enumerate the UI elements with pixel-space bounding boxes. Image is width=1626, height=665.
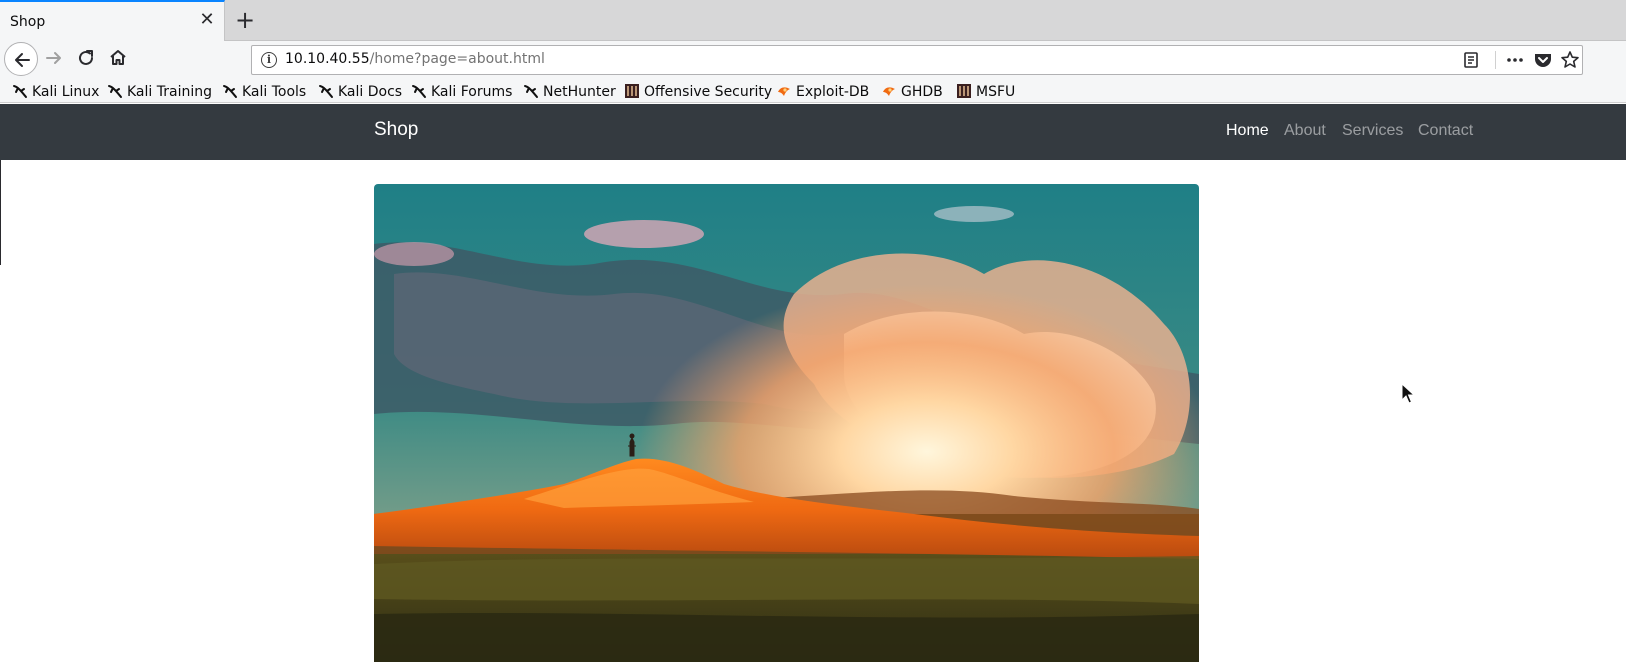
page-actions-icon[interactable] — [1502, 46, 1528, 74]
bookmark-label: Kali Linux — [32, 84, 100, 100]
new-tab-icon[interactable]: + — [233, 6, 257, 34]
tab-strip: Shop ✕ + — [0, 0, 1626, 42]
close-tab-icon[interactable]: ✕ — [198, 11, 216, 29]
bookmark-label: Kali Forums — [431, 84, 513, 100]
url-path: /home?page=about.html — [369, 51, 545, 67]
home-icon — [110, 50, 126, 65]
bookmark-label: NetHunter — [543, 84, 616, 100]
bookmark-offensive-security[interactable]: Offensive Security — [624, 82, 772, 102]
site-info-icon[interactable]: i — [261, 52, 277, 68]
bookmark-kali-linux[interactable]: Kali Linux — [12, 82, 99, 102]
kali-dragon-icon — [319, 85, 333, 98]
nav-link-about[interactable]: About — [1284, 122, 1326, 140]
bookmark-kali-docs[interactable]: Kali Docs — [318, 82, 402, 102]
active-tab[interactable]: Shop ✕ — [0, 0, 225, 42]
kali-dragon-icon — [223, 85, 237, 98]
url-bar[interactable]: i 10.10.40.55/home?page=about.html — [251, 45, 1583, 75]
exploit-db-icon — [883, 87, 895, 96]
url-bar-separator — [1495, 51, 1496, 69]
navigation-toolbar: i 10.10.40.55/home?page=about.html — [0, 41, 1626, 81]
reload-button[interactable] — [74, 46, 98, 70]
nav-link-home[interactable]: Home — [1226, 122, 1269, 140]
offsec-icon — [625, 84, 639, 98]
forward-button[interactable] — [42, 46, 66, 70]
mouse-cursor-icon — [1401, 383, 1415, 404]
site-navbar: Shop Home About Services Contact — [0, 104, 1626, 160]
kali-dragon-icon — [412, 85, 426, 98]
bookmark-label: Kali Training — [127, 84, 212, 100]
bookmark-label: GHDB — [901, 84, 943, 100]
home-button[interactable] — [106, 46, 130, 70]
bookmark-label: Kali Docs — [338, 84, 403, 100]
nav-link-services[interactable]: Services — [1342, 122, 1403, 140]
bookmarks-toolbar: Kali Linux Kali Training Kali Tools Kali… — [0, 81, 1626, 103]
bookmark-label: Offensive Security — [644, 84, 773, 100]
url-host: 10.10.40.55 — [285, 51, 370, 67]
bookmark-ghdb[interactable]: GHDB — [881, 82, 943, 102]
hero-image — [374, 184, 1199, 662]
back-button[interactable] — [4, 42, 38, 76]
url-text[interactable]: 10.10.40.55/home?page=about.html — [285, 51, 545, 67]
exploit-db-icon — [778, 87, 790, 96]
bookmark-kali-forums[interactable]: Kali Forums — [411, 82, 512, 102]
bookmark-label: Exploit-DB — [796, 84, 870, 100]
bookmark-star-icon[interactable] — [1557, 46, 1583, 74]
nav-link-contact[interactable]: Contact — [1418, 122, 1473, 140]
kali-dragon-icon — [108, 85, 122, 98]
reload-icon — [79, 50, 93, 65]
bookmark-label: MSFU — [976, 84, 1016, 100]
forward-arrow-icon — [46, 52, 61, 64]
window-edge — [0, 160, 1, 265]
back-arrow-icon — [15, 53, 30, 67]
site-brand[interactable]: Shop — [374, 119, 418, 141]
reader-view-icon[interactable] — [1458, 46, 1484, 74]
landscape-painting — [374, 184, 1199, 662]
bookmark-exploit-db[interactable]: Exploit-DB — [776, 82, 869, 102]
bookmark-msfu[interactable]: MSFU — [956, 82, 1015, 102]
tab-title: Shop — [10, 14, 46, 30]
bookmark-label: Kali Tools — [242, 84, 307, 100]
kali-dragon-icon — [13, 85, 27, 98]
bookmark-nethunter[interactable]: NetHunter — [523, 82, 616, 102]
offsec-icon — [957, 84, 971, 98]
bookmark-kali-training[interactable]: Kali Training — [107, 82, 212, 102]
pocket-icon[interactable] — [1530, 46, 1556, 74]
kali-dragon-icon — [524, 85, 538, 98]
bookmark-kali-tools[interactable]: Kali Tools — [222, 82, 306, 102]
